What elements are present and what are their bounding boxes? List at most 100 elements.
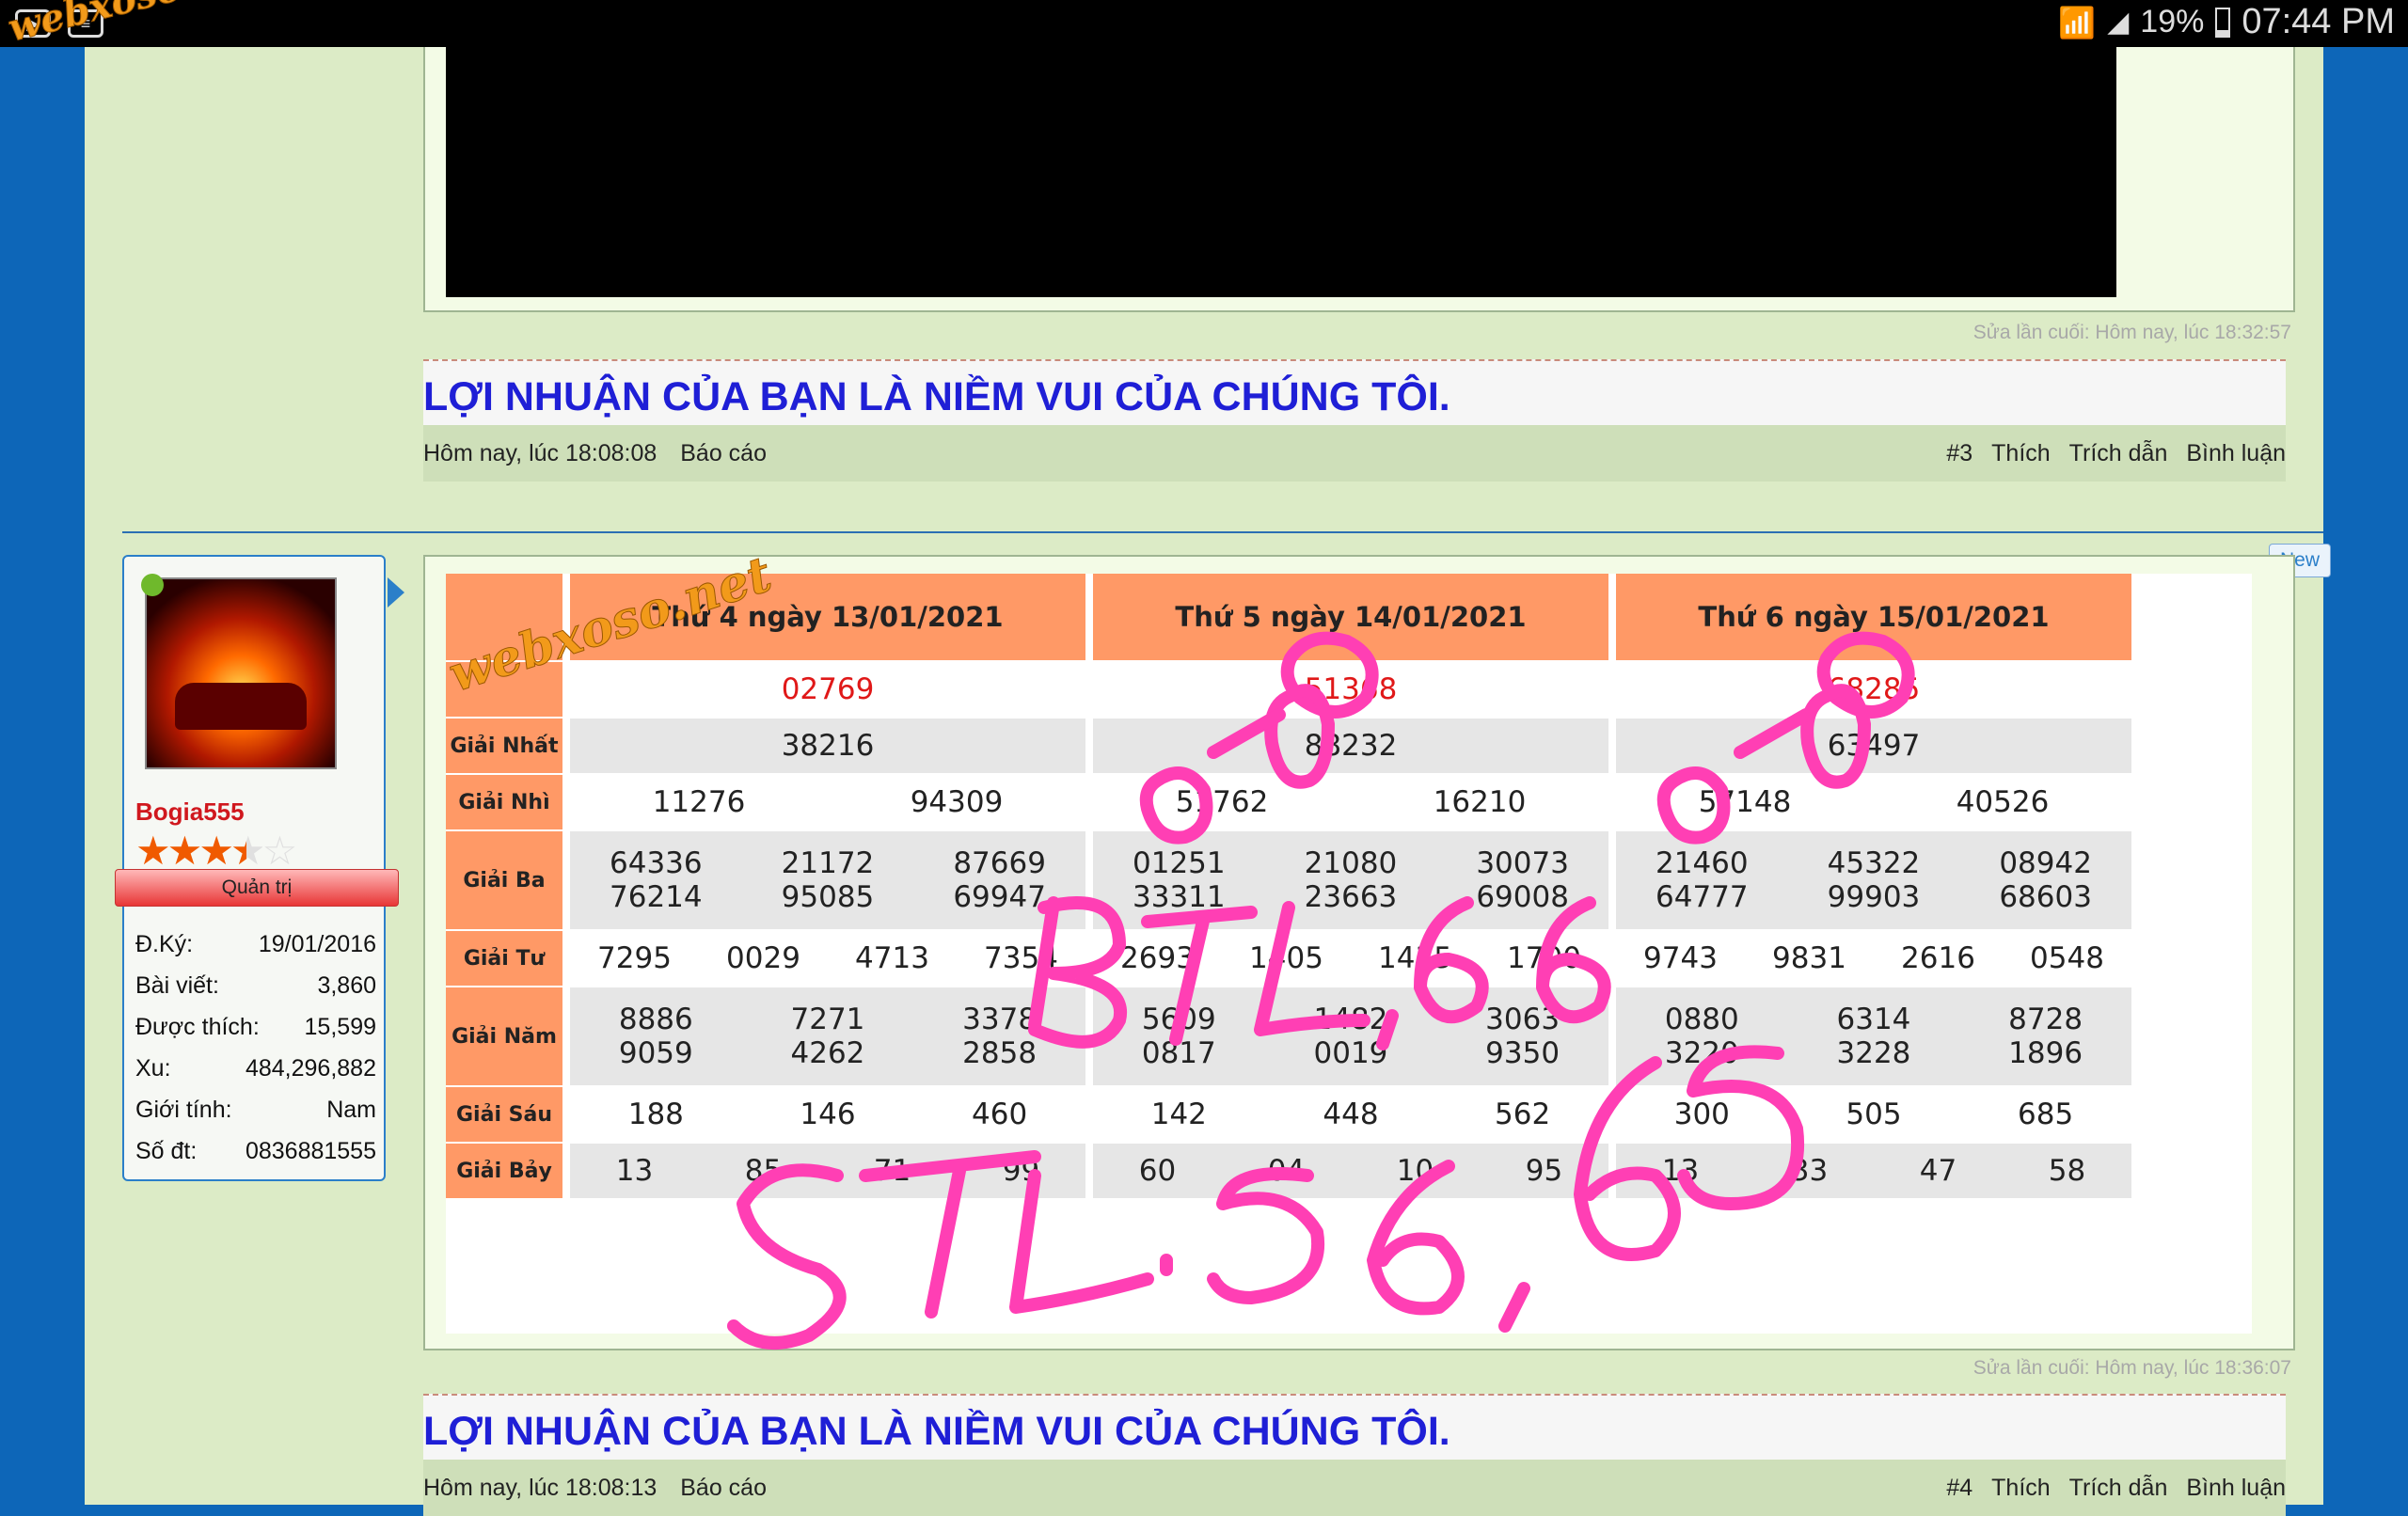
prize-number: 8886 bbox=[618, 1003, 693, 1036]
prize-label: Giải Tư bbox=[446, 929, 562, 986]
prize-number: 02769 bbox=[781, 672, 875, 706]
prize-number: 95085 bbox=[781, 880, 875, 914]
stat-label: Số đt: bbox=[135, 1138, 198, 1164]
prize-row: 8886 7271 3378 9059 4262 2858 bbox=[570, 986, 1085, 1085]
prize-row: 57148 40526 bbox=[1616, 773, 2131, 829]
stat-label: Được thích: bbox=[135, 1014, 260, 1040]
prize-row: 38216 bbox=[570, 717, 1085, 773]
stat-label: Giới tính: bbox=[135, 1097, 232, 1123]
prize-row: 300 505 685 bbox=[1616, 1085, 2131, 1142]
prize-number: 13 bbox=[1661, 1154, 1700, 1188]
prize-row: 0880 6314 8728 3220 3228 1896 bbox=[1616, 986, 2131, 1085]
signature-text: LỢI NHUẬN CỦA BẠN LÀ NIỀM VUI CỦA CHÚNG … bbox=[423, 374, 1450, 419]
prize-number: 69947 bbox=[953, 880, 1046, 914]
prize-number: 9059 bbox=[618, 1036, 693, 1070]
username[interactable]: Bogia555 bbox=[135, 797, 245, 827]
prize-number: 88232 bbox=[1304, 729, 1398, 763]
prize-row: 21460 45322 08942 64777 99903 68603 bbox=[1616, 829, 2131, 929]
prize-number: 1896 bbox=[2008, 1036, 2083, 1070]
prize-row: 13 33 47 58 bbox=[1616, 1142, 2131, 1198]
prize-number: 08942 bbox=[1999, 846, 2092, 880]
prize-number: 562 bbox=[1495, 1098, 1551, 1131]
prize-number: 3228 bbox=[1836, 1036, 1911, 1070]
prize-row: 60 04 10 95 bbox=[1093, 1142, 1608, 1198]
stat-row: Giới tính: Nam bbox=[135, 1097, 376, 1138]
prize-number: 9831 bbox=[1772, 941, 1846, 975]
prize-number: 1435 bbox=[1378, 941, 1452, 975]
prize-row: 9743 9831 2616 0548 bbox=[1616, 929, 2131, 986]
prize-number: 64336 bbox=[610, 846, 703, 880]
quote-link[interactable]: Trích dẫn bbox=[2069, 1475, 2168, 1502]
prize-number: 146 bbox=[800, 1098, 856, 1131]
prize-number: 6314 bbox=[1836, 1003, 1911, 1036]
prize-label: Giải Năm bbox=[446, 986, 562, 1085]
clock: 07:44 PM bbox=[2242, 2, 2395, 41]
prize-number: 51762 bbox=[1175, 785, 1269, 819]
status-bar: ▶ ≡ 📶 ◢ 19% 07:44 PM bbox=[0, 0, 2408, 47]
day-header: Thứ 6 ngày 15/01/2021 bbox=[1616, 574, 2131, 660]
quote-link[interactable]: Trích dẫn bbox=[2069, 440, 2168, 467]
prize-number: 60 bbox=[1138, 1154, 1177, 1188]
stat-value: 19/01/2016 bbox=[258, 931, 376, 957]
prize-row: 63497 bbox=[1616, 717, 2131, 773]
user-card: Bogia555 ★★★★☆ Quản trị Đ.Ký: 19/01/2016 … bbox=[115, 555, 404, 1181]
avatar[interactable] bbox=[141, 574, 337, 769]
post-timestamp[interactable]: Hôm nay, lúc 18:08:13 bbox=[423, 1475, 657, 1501]
prize-label: Giải Bảy bbox=[446, 1142, 562, 1198]
embedded-video[interactable] bbox=[446, 47, 2116, 297]
post-number[interactable]: #4 bbox=[1946, 1475, 1972, 1502]
prize-number: 0880 bbox=[1664, 1003, 1739, 1036]
report-link[interactable]: Báo cáo bbox=[680, 1475, 767, 1501]
comment-link[interactable]: Bình luận bbox=[2186, 440, 2286, 467]
prize-number: 23663 bbox=[1304, 880, 1398, 914]
post-meta-bar: Hôm nay, lúc 18:08:08 Báo cáo #3 Thích T… bbox=[423, 425, 2286, 482]
prize-row: 11276 94309 bbox=[570, 773, 1085, 829]
prize-number: 21172 bbox=[781, 846, 875, 880]
prize-number: 40526 bbox=[1956, 785, 2050, 819]
like-link[interactable]: Thích bbox=[1991, 1475, 2051, 1502]
prize-number: 13 bbox=[615, 1154, 654, 1188]
prize-number: 1700 bbox=[1507, 941, 1581, 975]
prize-row: 01251 21080 30073 33311 23663 69008 bbox=[1093, 829, 1608, 929]
post-meta-bar: Hôm nay, lúc 18:08:13 Báo cáo #4 Thích T… bbox=[423, 1460, 2286, 1516]
prize-number: 68603 bbox=[1999, 880, 2092, 914]
battery-icon bbox=[2215, 7, 2231, 38]
prize-number: 76214 bbox=[610, 880, 703, 914]
edited-note: Sửa lần cuối: Hôm nay, lúc 18:32:57 bbox=[1972, 322, 2291, 343]
day-column: Thứ 6 ngày 15/01/2021 68285 63497 57148 4052… bbox=[1616, 574, 2131, 1198]
prize-number: 87669 bbox=[953, 846, 1046, 880]
post-timestamp[interactable]: Hôm nay, lúc 18:08:08 bbox=[423, 440, 657, 466]
prize-row: 5609 1482 3063 0817 0019 9350 bbox=[1093, 986, 1608, 1085]
stat-row: Xu: 484,296,882 bbox=[135, 1055, 376, 1097]
wifi-icon: 📶 bbox=[2058, 5, 2097, 39]
stat-label: Xu: bbox=[135, 1055, 171, 1082]
battery-level: 19% bbox=[2140, 4, 2205, 39]
lottery-image[interactable]: Giải Nhất Giải Nhì Giải Ba Giải Tư Giải Năm G… bbox=[446, 574, 2252, 1334]
like-link[interactable]: Thích bbox=[1991, 440, 2051, 467]
prize-row: 188 146 460 bbox=[570, 1085, 1085, 1142]
empty-star-icon: ☆ bbox=[261, 829, 298, 873]
signal-icon: ◢ bbox=[2107, 7, 2130, 38]
prize-number: 4713 bbox=[855, 941, 929, 975]
stat-row: Bài viết: 3,860 bbox=[135, 972, 376, 1014]
special-prize-row: 02769 bbox=[570, 660, 1085, 717]
prize-number: 188 bbox=[627, 1098, 684, 1131]
comment-link[interactable]: Bình luận bbox=[2186, 1475, 2286, 1502]
prize-number: 85 bbox=[744, 1154, 783, 1188]
stat-value: 3,860 bbox=[317, 972, 376, 999]
special-prize-row: 68285 bbox=[1616, 660, 2131, 717]
prize-number: 1405 bbox=[1249, 941, 1323, 975]
prize-number: 95 bbox=[1525, 1154, 1563, 1188]
prize-number: 16210 bbox=[1433, 785, 1527, 819]
prize-number: 04 bbox=[1267, 1154, 1306, 1188]
prize-number: 71 bbox=[873, 1154, 911, 1188]
prize-row: 88232 bbox=[1093, 717, 1608, 773]
prize-number: 21080 bbox=[1304, 846, 1398, 880]
stat-value: 484,296,882 bbox=[245, 1055, 376, 1082]
prize-number: 01251 bbox=[1133, 846, 1226, 880]
report-link[interactable]: Báo cáo bbox=[680, 440, 767, 466]
prize-number: 9743 bbox=[1643, 941, 1718, 975]
star-icon: ★ bbox=[166, 829, 203, 873]
prize-number: 7354 bbox=[984, 941, 1058, 975]
post-number[interactable]: #3 bbox=[1946, 440, 1972, 467]
